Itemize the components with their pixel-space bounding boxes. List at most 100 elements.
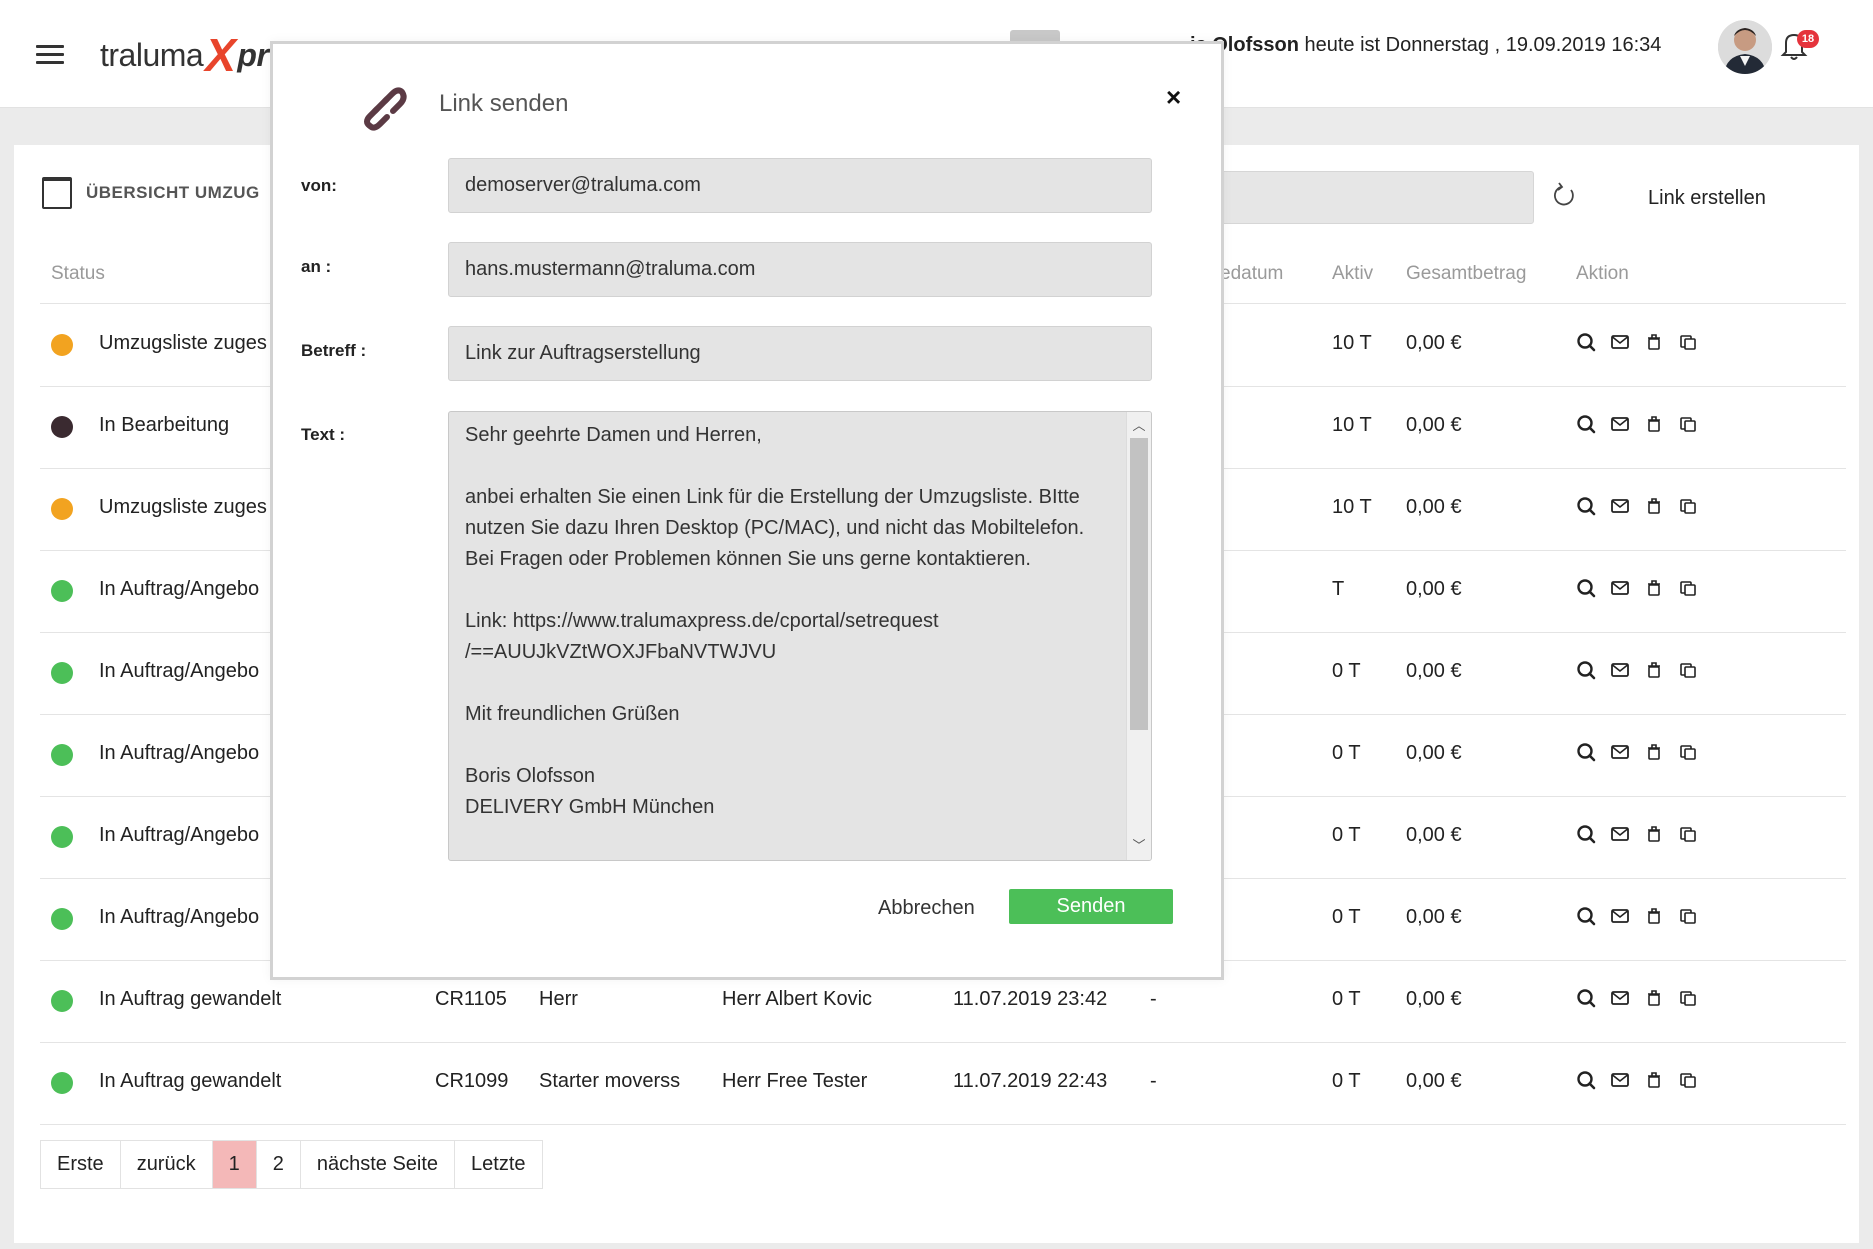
trash-icon[interactable] bbox=[1644, 742, 1664, 768]
search-icon[interactable] bbox=[1576, 414, 1596, 440]
search-icon[interactable] bbox=[1576, 660, 1596, 686]
to-field[interactable]: hans.mustermann@traluma.com bbox=[448, 242, 1152, 297]
search-input[interactable] bbox=[1204, 171, 1534, 224]
scroll-thumb[interactable] bbox=[1130, 438, 1148, 730]
mail-icon[interactable] bbox=[1610, 906, 1630, 932]
total-value: 0,00 € bbox=[1406, 496, 1462, 518]
logo-text-1: traluma bbox=[100, 36, 204, 73]
trash-icon[interactable] bbox=[1644, 824, 1664, 850]
copy-icon[interactable] bbox=[1678, 578, 1698, 604]
copy-icon[interactable] bbox=[1678, 742, 1698, 768]
status-text: Umzugsliste zuges bbox=[99, 496, 267, 518]
col-date[interactable]: edatum bbox=[1220, 263, 1283, 285]
page-link[interactable]: 1 bbox=[212, 1141, 257, 1188]
search-icon[interactable] bbox=[1576, 332, 1596, 358]
trash-icon[interactable] bbox=[1644, 660, 1664, 686]
active-value: T bbox=[1332, 578, 1345, 600]
from-label: von: bbox=[301, 176, 337, 195]
trash-icon[interactable] bbox=[1644, 414, 1664, 440]
request-id: CR1105 bbox=[435, 988, 507, 1010]
menu-icon[interactable] bbox=[36, 45, 64, 65]
active-value: 0 T bbox=[1332, 824, 1361, 846]
trash-icon[interactable] bbox=[1644, 332, 1664, 358]
search-icon[interactable] bbox=[1576, 496, 1596, 522]
search-icon[interactable] bbox=[1576, 1070, 1596, 1096]
active-value: 10 T bbox=[1332, 496, 1372, 518]
text-content: Sehr geehrte Damen und Herren, anbei erh… bbox=[465, 424, 1085, 818]
app-logo[interactable]: traluma Xpr bbox=[100, 29, 269, 81]
divider bbox=[40, 1124, 1846, 1125]
trash-icon[interactable] bbox=[1644, 988, 1664, 1014]
mail-icon[interactable] bbox=[1610, 1070, 1630, 1096]
active-value: 0 T bbox=[1332, 660, 1361, 682]
mail-icon[interactable] bbox=[1610, 988, 1630, 1014]
page-link[interactable]: zurück bbox=[121, 1141, 213, 1188]
col-active[interactable]: Aktiv bbox=[1332, 263, 1373, 285]
copy-icon[interactable] bbox=[1678, 414, 1698, 440]
trash-icon[interactable] bbox=[1644, 496, 1664, 522]
subject-field[interactable]: Link zur Auftragserstellung bbox=[448, 326, 1152, 381]
copy-icon[interactable] bbox=[1678, 1070, 1698, 1096]
status-dot bbox=[51, 662, 73, 684]
trash-icon[interactable] bbox=[1644, 906, 1664, 932]
page-link[interactable]: Erste bbox=[41, 1141, 121, 1188]
table-row[interactable]: In Auftrag gewandelt CR1099 Starter movers… bbox=[14, 1042, 1859, 1124]
trash-icon[interactable] bbox=[1644, 578, 1664, 604]
total-value: 0,00 € bbox=[1406, 824, 1462, 846]
status-text: In Bearbeitung bbox=[99, 414, 230, 436]
search-icon[interactable] bbox=[1576, 742, 1596, 768]
copy-icon[interactable] bbox=[1678, 824, 1698, 850]
copy-icon[interactable] bbox=[1678, 906, 1698, 932]
refresh-icon[interactable] bbox=[1549, 181, 1579, 211]
search-icon[interactable] bbox=[1576, 578, 1596, 604]
salutation: Starter moverss bbox=[539, 1070, 681, 1092]
mail-icon[interactable] bbox=[1610, 496, 1630, 522]
mail-icon[interactable] bbox=[1610, 742, 1630, 768]
active-value: 10 T bbox=[1332, 332, 1372, 354]
scroll-up-icon[interactable]: ︿ bbox=[1127, 414, 1151, 438]
text-area[interactable]: Sehr geehrte Damen und Herren, anbei erh… bbox=[448, 411, 1152, 861]
total-value: 0,00 € bbox=[1406, 742, 1462, 764]
col-status[interactable]: Status bbox=[51, 263, 105, 285]
page-link[interactable]: 2 bbox=[257, 1141, 301, 1188]
close-icon[interactable]: × bbox=[1166, 82, 1181, 113]
box-icon bbox=[42, 177, 72, 209]
scroll-down-icon[interactable]: ﹀ bbox=[1127, 834, 1151, 858]
status-text: In Auftrag gewandelt bbox=[99, 1070, 282, 1092]
copy-icon[interactable] bbox=[1678, 660, 1698, 686]
status-text: Umzugsliste zuges bbox=[99, 332, 267, 354]
copy-icon[interactable] bbox=[1678, 496, 1698, 522]
status-text: In Auftrag/Angebo bbox=[99, 660, 260, 682]
cancel-button[interactable]: Abbrechen bbox=[878, 897, 975, 920]
page-link[interactable]: Letzte bbox=[455, 1141, 541, 1188]
search-icon[interactable] bbox=[1576, 824, 1596, 850]
status-dot bbox=[51, 908, 73, 930]
active-value: 0 T bbox=[1332, 1070, 1361, 1092]
copy-icon[interactable] bbox=[1678, 332, 1698, 358]
from-field[interactable]: demoserver@traluma.com bbox=[448, 158, 1152, 213]
page-link[interactable]: nächste Seite bbox=[301, 1141, 456, 1188]
link-icon bbox=[355, 79, 407, 131]
copy-icon[interactable] bbox=[1678, 988, 1698, 1014]
logo-text-2: pr bbox=[237, 36, 269, 73]
date-info: heute ist Donnerstag , 19.09.2019 16:34 bbox=[1298, 34, 1662, 56]
mail-icon[interactable] bbox=[1610, 332, 1630, 358]
total-value: 0,00 € bbox=[1406, 414, 1462, 436]
trash-icon[interactable] bbox=[1644, 1070, 1664, 1096]
status-dot bbox=[51, 416, 73, 438]
search-icon[interactable] bbox=[1576, 988, 1596, 1014]
mail-icon[interactable] bbox=[1610, 660, 1630, 686]
total-value: 0,00 € bbox=[1406, 332, 1462, 354]
total-value: 0,00 € bbox=[1406, 660, 1462, 682]
scrollbar[interactable]: ︿ ﹀ bbox=[1126, 412, 1151, 860]
avatar[interactable] bbox=[1718, 20, 1772, 74]
link-create-button[interactable]: Link erstellen bbox=[1648, 187, 1766, 210]
send-button[interactable]: Senden bbox=[1009, 889, 1173, 924]
mail-icon[interactable] bbox=[1610, 824, 1630, 850]
mail-icon[interactable] bbox=[1610, 578, 1630, 604]
row-actions bbox=[1576, 332, 1698, 358]
search-icon[interactable] bbox=[1576, 906, 1596, 932]
col-total[interactable]: Gesamtbetrag bbox=[1406, 263, 1526, 285]
mail-icon[interactable] bbox=[1610, 414, 1630, 440]
overview-title-text: ÜBERSICHT UMZUG bbox=[86, 183, 260, 202]
